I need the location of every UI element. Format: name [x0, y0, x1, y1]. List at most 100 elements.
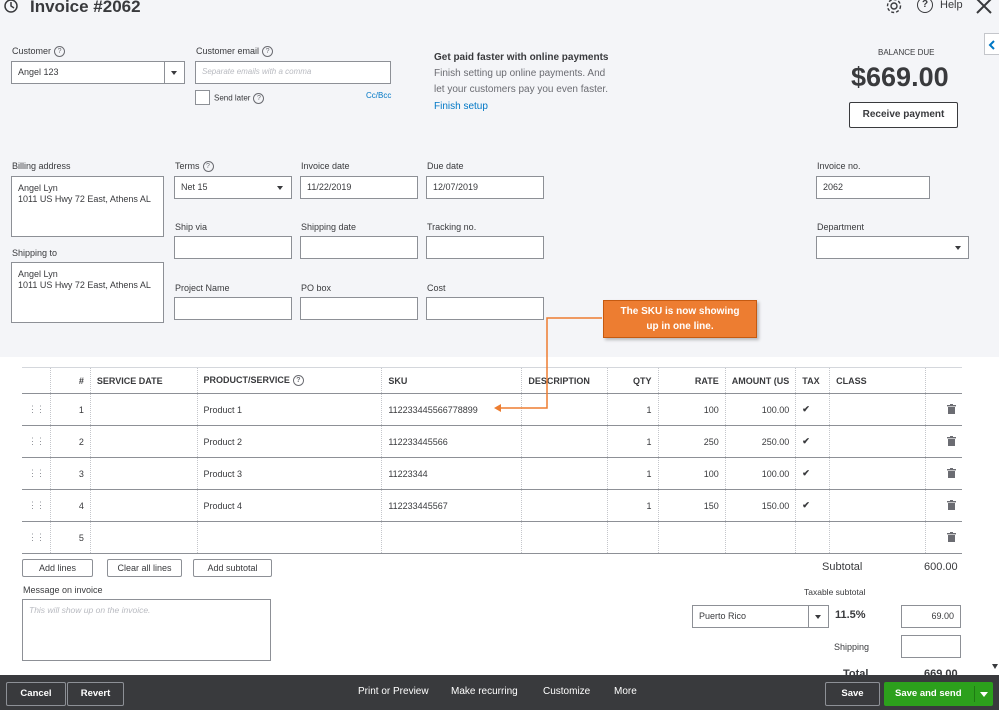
service-date-cell[interactable] [90, 457, 198, 490]
help-icon[interactable]: ? [917, 0, 933, 13]
more-link[interactable]: More [614, 686, 637, 697]
close-icon[interactable] [975, 0, 993, 15]
sku-cell[interactable]: 112233445566 [381, 425, 523, 458]
ship-via-input[interactable] [174, 236, 292, 259]
product-cell[interactable]: Product 2 [197, 425, 383, 458]
add-subtotal-button[interactable]: Add subtotal [193, 559, 272, 577]
drag-handle-icon[interactable]: ⋮⋮ [22, 425, 52, 458]
tax-check-icon[interactable] [795, 521, 831, 554]
class-cell[interactable] [829, 457, 926, 490]
customer-select[interactable]: Angel 123 [11, 61, 185, 84]
qty-cell[interactable]: 1 [607, 457, 659, 490]
shipping-address-field[interactable]: Angel Lyn 1011 US Hwy 72 East, Athens AL [11, 262, 164, 323]
product-cell[interactable] [197, 521, 383, 554]
shipping-date-input[interactable] [300, 236, 418, 259]
drag-handle-icon[interactable]: ⋮⋮ [22, 393, 52, 426]
drag-handle-icon[interactable]: ⋮⋮ [22, 457, 52, 490]
table-row[interactable]: ⋮⋮ 4 Product 4 112233445567 1 150 150.00… [22, 489, 962, 522]
trash-icon[interactable] [925, 457, 962, 490]
trash-icon[interactable] [925, 393, 962, 426]
help-label[interactable]: Help [940, 0, 963, 11]
gear-icon[interactable] [885, 0, 903, 15]
product-cell[interactable]: Product 4 [197, 489, 383, 522]
shipping-amount-input[interactable] [901, 635, 961, 658]
add-lines-button[interactable]: Add lines [22, 559, 93, 577]
description-cell[interactable] [521, 457, 609, 490]
chevron-down-icon[interactable] [277, 186, 283, 190]
scroll-down-arrow[interactable] [992, 664, 998, 669]
qty-cell[interactable]: 1 [607, 489, 659, 522]
class-cell[interactable] [829, 425, 926, 458]
message-textarea[interactable]: This will show up on the invoice. [22, 599, 271, 661]
amount-cell[interactable]: 150.00 [725, 489, 797, 522]
tax-check-icon[interactable]: ✔ [795, 393, 831, 426]
history-icon[interactable] [0, 0, 18, 16]
class-cell[interactable] [829, 393, 926, 426]
po-box-input[interactable] [300, 297, 418, 320]
invoice-no-input[interactable]: 2062 [816, 176, 930, 199]
qty-cell[interactable]: 1 [607, 393, 659, 426]
billing-address-field[interactable]: Angel Lyn 1011 US Hwy 72 East, Athens AL [11, 176, 164, 237]
department-select[interactable] [816, 236, 969, 259]
receive-payment-button[interactable]: Receive payment [849, 102, 958, 128]
tracking-no-input[interactable] [426, 236, 544, 259]
terms-select[interactable]: Net 15 [174, 176, 292, 199]
chevron-down-icon[interactable] [171, 71, 177, 75]
cc-bcc-link[interactable]: Cc/Bcc [366, 91, 391, 100]
chevron-down-icon[interactable] [955, 246, 961, 250]
sku-cell[interactable]: 112233445567 [381, 489, 523, 522]
service-date-cell[interactable] [90, 425, 198, 458]
drag-handle-icon[interactable]: ⋮⋮ [22, 489, 52, 522]
table-row[interactable]: ⋮⋮ 5 [22, 521, 962, 554]
tax-check-icon[interactable]: ✔ [795, 425, 831, 458]
rate-cell[interactable] [658, 521, 726, 554]
save-button[interactable]: Save [825, 682, 880, 706]
invoice-date-input[interactable]: 11/22/2019 [300, 176, 418, 199]
finish-setup-link[interactable]: Finish setup [434, 101, 488, 112]
customer-email-input[interactable]: Separate emails with a comma [195, 61, 391, 84]
table-row[interactable]: ⋮⋮ 3 Product 3 11223344 1 100 100.00 ✔ [22, 457, 962, 490]
sku-cell[interactable] [381, 521, 523, 554]
print-preview-link[interactable]: Print or Preview [358, 686, 429, 697]
clear-all-lines-button[interactable]: Clear all lines [107, 559, 182, 577]
due-date-input[interactable]: 12/07/2019 [426, 176, 544, 199]
drag-handle-icon[interactable]: ⋮⋮ [22, 521, 52, 554]
tax-amount-input[interactable]: 69.00 [901, 605, 961, 628]
amount-cell[interactable]: 100.00 [725, 457, 797, 490]
send-later-checkbox[interactable] [195, 90, 210, 105]
description-cell[interactable] [521, 425, 609, 458]
amount-cell[interactable] [725, 521, 797, 554]
description-cell[interactable] [521, 489, 609, 522]
service-date-cell[interactable] [90, 393, 198, 426]
rate-cell[interactable]: 100 [658, 457, 726, 490]
service-date-cell[interactable] [90, 521, 198, 554]
tax-check-icon[interactable]: ✔ [795, 489, 831, 522]
revert-button[interactable]: Revert [67, 682, 124, 706]
save-and-send-button[interactable]: Save and send [884, 682, 993, 706]
amount-cell[interactable]: 100.00 [725, 393, 797, 426]
trash-icon[interactable] [925, 521, 962, 554]
cancel-button[interactable]: Cancel [6, 682, 66, 706]
side-panel-toggle[interactable] [984, 33, 999, 55]
tax-check-icon[interactable]: ✔ [795, 457, 831, 490]
make-recurring-link[interactable]: Make recurring [451, 686, 518, 697]
qty-cell[interactable] [607, 521, 659, 554]
qty-cell[interactable]: 1 [607, 425, 659, 458]
rate-cell[interactable]: 150 [658, 489, 726, 522]
table-row[interactable]: ⋮⋮ 2 Product 2 112233445566 1 250 250.00… [22, 425, 962, 458]
rate-cell[interactable]: 250 [658, 425, 726, 458]
project-name-input[interactable] [174, 297, 292, 320]
trash-icon[interactable] [925, 489, 962, 522]
chevron-down-icon[interactable] [815, 615, 821, 619]
class-cell[interactable] [829, 489, 926, 522]
amount-cell[interactable]: 250.00 [725, 425, 797, 458]
class-cell[interactable] [829, 521, 926, 554]
description-cell[interactable] [521, 521, 609, 554]
product-cell[interactable]: Product 3 [197, 457, 383, 490]
rate-cell[interactable]: 100 [658, 393, 726, 426]
customize-link[interactable]: Customize [543, 686, 590, 697]
trash-icon[interactable] [925, 425, 962, 458]
chevron-down-icon[interactable] [980, 692, 988, 697]
product-cell[interactable]: Product 1 [197, 393, 383, 426]
sku-cell[interactable]: 11223344 [381, 457, 523, 490]
